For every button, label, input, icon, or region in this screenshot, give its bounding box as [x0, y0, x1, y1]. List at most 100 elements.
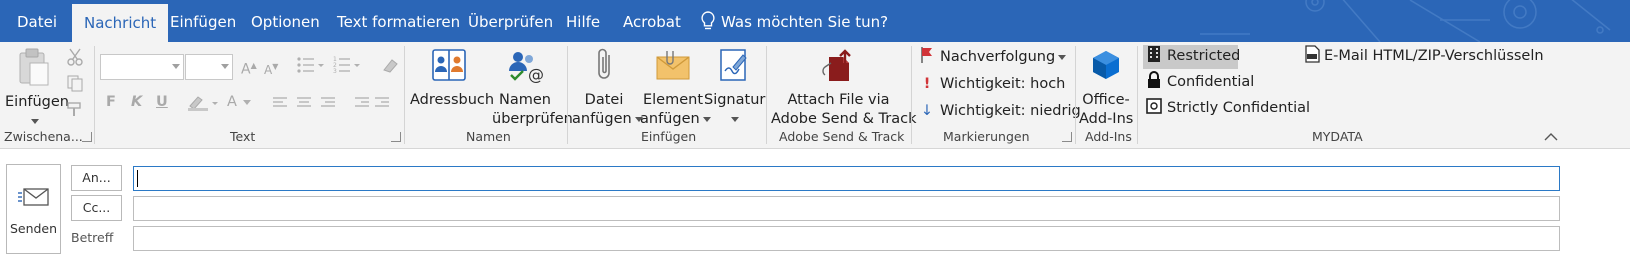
cut-icon[interactable] — [66, 48, 84, 66]
group-divider — [404, 46, 405, 144]
follow-up-label: Nachverfolgung — [940, 49, 1056, 65]
font-size-combo[interactable] — [185, 54, 233, 80]
highlight-color-icon[interactable] — [186, 94, 220, 112]
cc-field[interactable] — [133, 196, 1560, 221]
tab-einfuegen[interactable]: Einfügen — [170, 0, 236, 42]
group-divider — [1075, 46, 1076, 144]
office-addins-button[interactable]: Office- Add-Ins — [1079, 47, 1133, 129]
strictly-confidential-label: Strictly Confidential — [1167, 100, 1311, 116]
numbering-icon[interactable]: 123 — [332, 56, 362, 74]
shrink-font-button[interactable]: A▼ — [264, 56, 278, 81]
encrypt-zip-button[interactable]: E-Mail HTML/ZIP-Verschlüsseln — [1303, 45, 1544, 67]
subject-label: Betreff — [71, 230, 114, 245]
tab-optionen[interactable]: Optionen — [251, 0, 320, 42]
low-importance-label: Wichtigkeit: niedrig — [940, 103, 1081, 119]
tags-group-label: Markierungen — [943, 129, 1030, 144]
group-divider — [94, 46, 95, 144]
encrypt-zip-label: E-Mail HTML/ZIP-Verschlüsseln — [1324, 48, 1544, 64]
paragraph-align-icons[interactable] — [271, 96, 391, 110]
lightbulb-icon — [701, 11, 715, 30]
paste-button[interactable]: Einfügen — [5, 47, 69, 131]
names-group-label: Namen — [466, 129, 511, 144]
lock-icon — [1148, 71, 1160, 88]
flag-icon — [921, 47, 932, 63]
office-addins-line2: Add-Ins — [1079, 111, 1134, 127]
high-importance-label: Wichtigkeit: hoch — [940, 76, 1066, 92]
addins-group-label: Add-Ins — [1085, 129, 1132, 144]
subject-field[interactable] — [133, 226, 1560, 251]
group-divider — [911, 46, 912, 144]
font-color-button[interactable]: A — [227, 91, 251, 113]
attach-file-line2: anfügen — [572, 110, 643, 129]
to-button[interactable]: An... — [71, 165, 122, 191]
high-importance-button[interactable]: ! Wichtigkeit: hoch — [920, 73, 1066, 95]
office-addins-line1: Office- — [1082, 92, 1130, 108]
attach-item-button[interactable]: Element anfügen — [640, 47, 711, 129]
address-book-label: Adressbuch — [410, 92, 495, 108]
tab-acrobat[interactable]: Acrobat — [623, 0, 681, 42]
text-dialog-launcher[interactable] — [391, 132, 401, 142]
tab-text-formatieren[interactable]: Text formatieren — [337, 0, 460, 42]
attach-file-line1: Datei — [584, 92, 624, 108]
bullets-icon[interactable] — [296, 56, 326, 74]
building-icon — [1148, 46, 1160, 62]
underline-button[interactable]: U — [156, 91, 168, 113]
tab-hilfe[interactable]: Hilfe — [566, 0, 600, 42]
adobe-attach-icon — [821, 49, 851, 81]
paste-dropdown-icon — [30, 118, 39, 124]
safe-icon — [1146, 98, 1162, 114]
group-divider — [567, 46, 568, 144]
arrow-down-icon: ↓ — [920, 103, 934, 119]
tab-datei[interactable]: Datei — [17, 0, 57, 42]
bold-button[interactable]: F — [106, 91, 116, 113]
svg-text:@: @ — [528, 65, 544, 84]
ribbon-tab-bar: Datei Nachricht Einfügen Optionen Text f… — [0, 0, 1630, 42]
send-button[interactable]: Senden — [6, 164, 61, 254]
strictly-confidential-button[interactable]: Strictly Confidential — [1146, 97, 1310, 119]
cc-button[interactable]: Cc... — [71, 195, 122, 221]
clear-formatting-icon[interactable] — [380, 56, 400, 74]
clipboard-dialog-launcher[interactable] — [82, 132, 92, 142]
adobe-attach-line2: Adobe Send & Track — [771, 111, 917, 127]
paperclip-icon — [598, 48, 610, 79]
to-field[interactable] — [133, 166, 1560, 191]
tab-ueberpruefen[interactable]: Überprüfen — [468, 0, 553, 42]
font-name-combo[interactable] — [100, 54, 184, 80]
send-label: Senden — [9, 221, 58, 236]
text-group-label: Text — [230, 129, 256, 144]
paste-icon — [19, 48, 49, 86]
copy-icon[interactable] — [66, 74, 84, 92]
restricted-button[interactable]: Restricted — [1146, 45, 1240, 67]
confidential-button[interactable]: Confidential — [1146, 71, 1254, 93]
signature-dropdown-icon — [730, 116, 739, 122]
tab-nachricht[interactable]: Nachricht — [72, 4, 169, 42]
tell-me-search[interactable]: Was möchten Sie tun? — [700, 0, 888, 42]
address-book-button[interactable]: Adressbuch — [410, 47, 495, 110]
check-names-button[interactable]: @ Namen überprüfen — [492, 47, 573, 129]
attach-file-button[interactable]: Datei anfügen — [572, 47, 643, 129]
signature-icon — [720, 49, 747, 81]
exclamation-icon: ! — [923, 76, 931, 92]
signature-button[interactable]: Signatur — [704, 47, 765, 129]
adobe-attach-button[interactable]: Attach File via Adobe Send & Track — [771, 47, 917, 129]
adobe-group-label: Adobe Send & Track — [779, 129, 905, 144]
svg-text:3: 3 — [333, 68, 337, 74]
tell-me-label: Was möchten Sie tun? — [721, 13, 889, 31]
low-importance-button[interactable]: ↓ Wichtigkeit: niedrig — [920, 100, 1081, 122]
tab-bar-decoration — [1200, 0, 1611, 42]
confidential-label: Confidential — [1167, 74, 1255, 90]
adobe-attach-line1: Attach File via — [787, 92, 890, 108]
format-painter-icon[interactable] — [66, 100, 84, 118]
insert-group-label: Einfügen — [641, 129, 697, 144]
address-book-icon — [432, 49, 466, 81]
grow-font-button[interactable]: A▲ — [241, 55, 257, 81]
restricted-label: Restricted — [1167, 48, 1241, 64]
tags-dialog-launcher[interactable] — [1062, 132, 1072, 142]
italic-button[interactable]: K — [131, 91, 142, 113]
paste-label: Einfügen — [5, 94, 69, 110]
group-divider — [766, 46, 767, 144]
envelope-icon — [656, 51, 690, 80]
collapse-ribbon-icon[interactable] — [1544, 132, 1558, 142]
mydata-group-label: MYDATA — [1312, 129, 1363, 144]
follow-up-button[interactable]: Nachverfolgung — [920, 46, 1067, 68]
